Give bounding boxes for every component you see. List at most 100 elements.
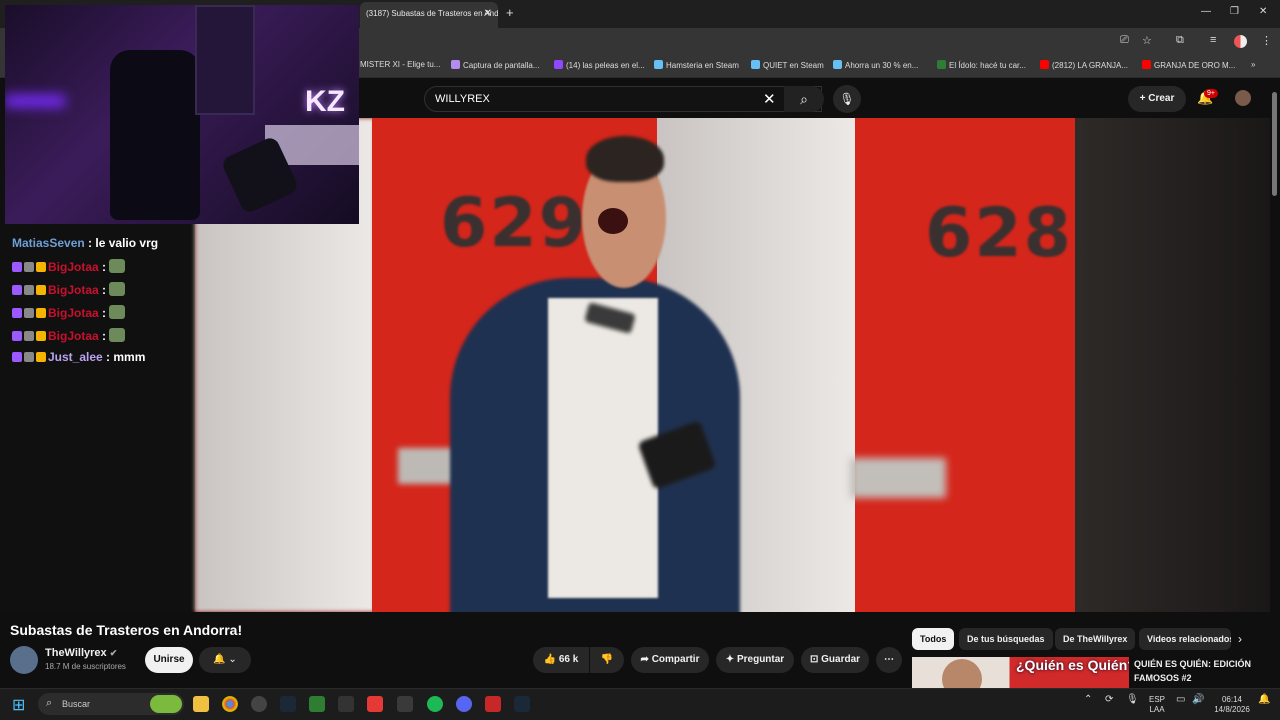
window-close-icon[interactable]: ✕ xyxy=(1259,6,1267,17)
extensions-icon[interactable]: ⧉ xyxy=(1176,34,1184,47)
bookmark-favicon-icon xyxy=(751,60,760,69)
network-icon[interactable]: ▭ xyxy=(1176,695,1185,705)
youtube-avatar[interactable] xyxy=(1235,90,1251,106)
app-icon-1[interactable] xyxy=(251,696,267,712)
bookmark-item[interactable]: MISTER XI - Elige tu... xyxy=(360,60,440,69)
chrome-icon[interactable] xyxy=(222,696,238,712)
volume-icon[interactable]: 🔊 xyxy=(1192,695,1204,705)
microphone-icon: 🎙 xyxy=(839,92,855,106)
chat-username[interactable]: Just_alee xyxy=(48,350,103,364)
bookmarks-overflow-icon[interactable]: » xyxy=(1251,60,1255,69)
chat-badge-icon xyxy=(36,308,46,318)
scrollbar-thumb[interactable] xyxy=(1272,92,1277,196)
subscription-bell-button[interactable]: 🔔 ⌄ xyxy=(199,647,251,673)
app-icon-3[interactable] xyxy=(338,696,354,712)
voice-search-button[interactable]: 🎙 xyxy=(833,85,861,113)
app-icon-5[interactable] xyxy=(397,696,413,712)
bookmark-item[interactable]: GRANJA DE ORO M... xyxy=(1142,60,1235,70)
create-button[interactable]: + Crear xyxy=(1128,86,1186,112)
chips-next-icon[interactable]: › xyxy=(1238,632,1242,646)
steam-icon-2[interactable] xyxy=(514,696,530,712)
bookmark-favicon-icon xyxy=(1040,60,1049,69)
share-icon: ➦ xyxy=(640,654,649,665)
bookmark-label: (2812) LA GRANJA... xyxy=(1052,61,1129,70)
chat-username[interactable]: BigJotaa xyxy=(48,283,99,297)
bookmark-label: (14) las peleas en el... xyxy=(566,61,645,70)
ask-button[interactable]: ✦ Preguntar xyxy=(716,647,794,673)
more-actions-button[interactable]: ⋯ xyxy=(876,647,902,673)
cast-icon[interactable]: ⎚ xyxy=(1120,34,1129,47)
search-button[interactable]: ⌕ xyxy=(784,86,824,112)
chat-username[interactable]: BigJotaa xyxy=(48,306,99,320)
keyboard-layout: LAA xyxy=(1149,705,1165,714)
bookmark-favicon-icon xyxy=(937,60,946,69)
filter-chip[interactable]: Videos relacionados xyxy=(1139,628,1231,650)
ask-label: Preguntar xyxy=(736,654,785,665)
channel-name[interactable]: TheWillyrex ✔ xyxy=(45,647,117,659)
profile-avatar[interactable] xyxy=(1234,35,1247,48)
minimize-icon[interactable]: — xyxy=(1201,6,1211,17)
bookmark-label: Captura de pantalla... xyxy=(463,61,540,70)
spotify-icon[interactable] xyxy=(427,696,443,712)
thumbnail-text: ¿Quién es Quién? xyxy=(1016,657,1129,673)
shelf xyxy=(195,5,255,115)
browser-tab-active[interactable]: (3187) Subastas de Trasteros en Andorra!… xyxy=(360,2,498,28)
bookmark-label: QUIET en Steam xyxy=(763,61,824,70)
dislike-button[interactable]: 👎 xyxy=(590,647,624,673)
bookmark-item[interactable]: Ahorra un 30 % en... xyxy=(833,60,918,70)
related-video-thumbnail[interactable]: ¿Quién es Quién? xyxy=(912,657,1129,689)
bookmark-favicon-icon xyxy=(451,60,460,69)
menu-kebab-icon[interactable]: ⋮ xyxy=(1261,34,1272,47)
discord-icon[interactable] xyxy=(456,696,472,712)
save-icon: ⊡ xyxy=(809,654,819,665)
like-button[interactable]: 👍 66 k xyxy=(533,647,589,673)
filter-chip[interactable]: De tus búsquedas xyxy=(959,628,1053,650)
app-icon-2[interactable] xyxy=(309,696,325,712)
chat-username[interactable]: BigJotaa xyxy=(48,329,99,343)
bookmark-favicon-icon xyxy=(1142,60,1151,69)
bookmark-item[interactable]: QUIET en Steam xyxy=(751,60,824,70)
bookmark-item[interactable]: (14) las peleas en el... xyxy=(554,60,645,70)
new-tab-icon[interactable]: + xyxy=(506,5,514,20)
chat-emote-icon xyxy=(109,259,126,273)
bookmark-item[interactable]: (2812) LA GRANJA... xyxy=(1040,60,1128,70)
bookmark-item[interactable]: Captura de pantalla... xyxy=(451,60,540,70)
save-button[interactable]: ⊡ Guardar xyxy=(801,647,869,673)
bookmark-item[interactable]: El Ídolo: hacé tu car... xyxy=(937,60,1026,70)
steam-icon[interactable] xyxy=(280,696,296,712)
chat-username[interactable]: MatiasSeven xyxy=(12,236,85,250)
related-video-title[interactable]: QUIÉN ES QUIÉN: EDICIÓN FAMOSOS #2 xyxy=(1134,657,1274,685)
chat-badge-icon xyxy=(36,352,46,362)
chat-badge-icon xyxy=(12,308,22,318)
person-mouth xyxy=(598,208,628,234)
tab-close-icon[interactable]: ✕ xyxy=(484,2,492,26)
clear-search-icon[interactable]: ✕ xyxy=(763,90,776,108)
bookmark-star-icon[interactable]: ☆ xyxy=(1142,34,1152,47)
chat-username[interactable]: BigJotaa xyxy=(48,260,99,274)
notification-center-icon[interactable]: 🔔 xyxy=(1258,695,1270,705)
tray-overflow-icon[interactable]: ⌃ xyxy=(1084,695,1092,705)
app-icon-4[interactable] xyxy=(367,696,383,712)
clock[interactable]: 06:14 14/8/2026 xyxy=(1212,695,1252,715)
file-explorer-icon[interactable] xyxy=(193,696,209,712)
windows-start-icon[interactable]: ⊞ xyxy=(12,695,25,715)
app-icon-6[interactable] xyxy=(485,696,501,712)
verified-icon: ✔ xyxy=(109,648,118,658)
media-icon[interactable]: ≡ xyxy=(1210,34,1216,46)
taskbar-search-icon: ⌕ xyxy=(46,697,53,709)
share-button[interactable]: ➦ Compartir xyxy=(631,647,709,673)
tray-app-icon[interactable]: ⟳ xyxy=(1105,695,1113,705)
join-button[interactable]: Unirse xyxy=(145,647,193,673)
chat-emote-icon xyxy=(109,328,126,342)
maximize-icon[interactable]: ❐ xyxy=(1230,6,1239,17)
filter-chip[interactable]: De TheWillyrex xyxy=(1055,628,1136,650)
filter-chip[interactable]: Todos xyxy=(912,628,955,650)
bookmark-item[interactable]: Hamsteria en Steam xyxy=(654,60,739,70)
tray-mic-icon[interactable]: 🎙 xyxy=(1126,695,1139,705)
channel-name-text: TheWillyrex xyxy=(45,647,107,659)
chat-message: BigJotaa : xyxy=(12,305,126,320)
search-icon: ⌕ xyxy=(800,91,808,107)
bookmark-favicon-icon xyxy=(833,60,842,69)
language-indicator[interactable]: ESP LAA xyxy=(1148,695,1166,715)
channel-avatar[interactable] xyxy=(10,646,38,674)
